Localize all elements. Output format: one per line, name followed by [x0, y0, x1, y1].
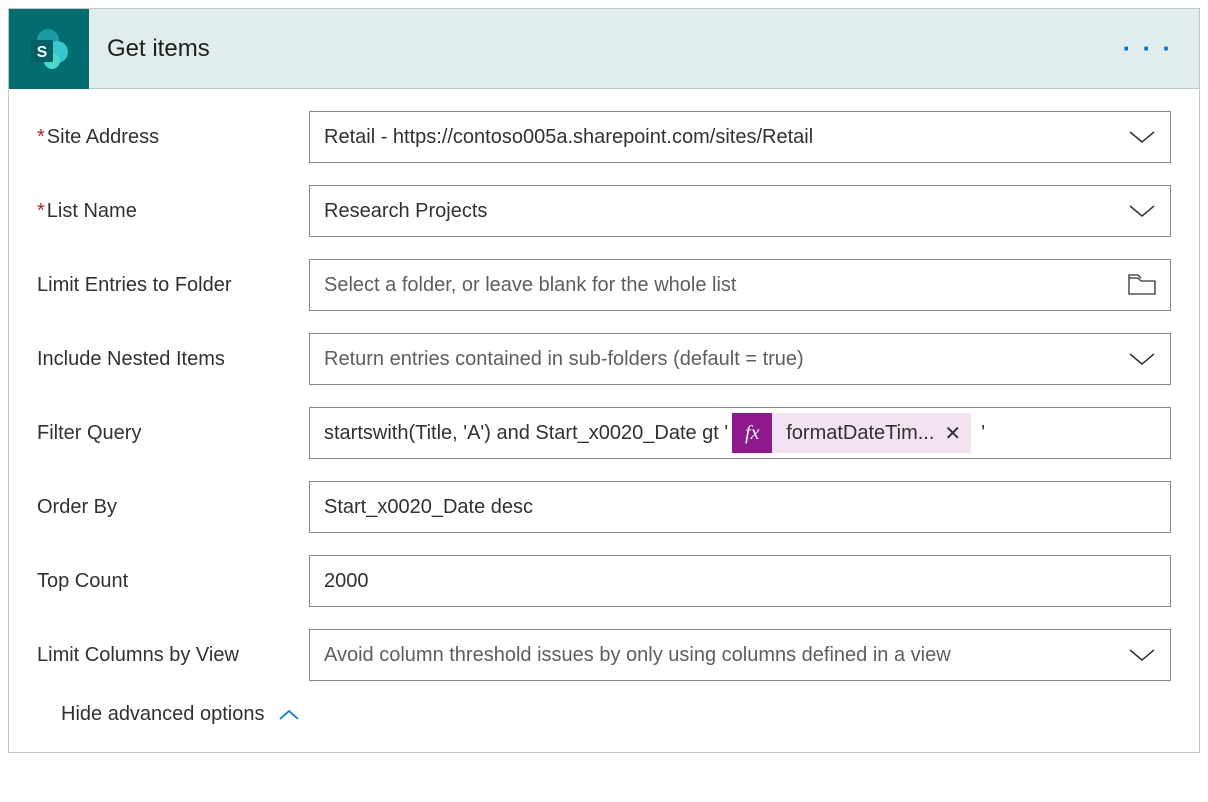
label-limit-columns: Limit Columns by View	[37, 644, 309, 667]
filter-query-input[interactable]: startswith(Title, 'A') and Start_x0020_D…	[309, 407, 1171, 459]
filter-query-text: startswith(Title, 'A') and Start_x0020_D…	[324, 422, 728, 445]
limit-columns-placeholder: Avoid column threshold issues by only us…	[324, 644, 1118, 667]
remove-expression-button[interactable]: ✕	[944, 421, 961, 446]
limit-folder-placeholder: Select a folder, or leave blank for the …	[324, 274, 1118, 297]
limit-columns-dropdown[interactable]: Avoid column threshold issues by only us…	[309, 629, 1171, 681]
chevron-down-icon	[1128, 648, 1156, 662]
list-name-dropdown[interactable]: Research Projects	[309, 185, 1171, 237]
row-top-count: Top Count 2000	[37, 555, 1171, 607]
hide-advanced-options-button[interactable]: Hide advanced options	[61, 703, 1171, 726]
site-address-value: Retail - https://contoso005a.sharepoint.…	[324, 126, 1118, 149]
card-body: *Site Address Retail - https://contoso00…	[9, 89, 1199, 752]
row-site-address: *Site Address Retail - https://contoso00…	[37, 111, 1171, 163]
include-nested-dropdown[interactable]: Return entries contained in sub-folders …	[309, 333, 1171, 385]
row-order-by: Order By Start_x0020_Date desc	[37, 481, 1171, 533]
limit-folder-picker[interactable]: Select a folder, or leave blank for the …	[309, 259, 1171, 311]
sharepoint-icon: S	[9, 9, 89, 89]
label-order-by: Order By	[37, 496, 309, 519]
chevron-up-icon	[278, 709, 300, 721]
row-include-nested: Include Nested Items Return entries cont…	[37, 333, 1171, 385]
svg-text:S: S	[37, 44, 48, 61]
label-top-count: Top Count	[37, 570, 309, 593]
top-count-value: 2000	[324, 570, 1156, 593]
fx-icon: fx	[732, 413, 772, 453]
label-include-nested: Include Nested Items	[37, 348, 309, 371]
folder-icon[interactable]	[1128, 274, 1156, 296]
card-title: Get items	[107, 35, 1123, 63]
include-nested-placeholder: Return entries contained in sub-folders …	[324, 348, 1118, 371]
order-by-input[interactable]: Start_x0020_Date desc	[309, 481, 1171, 533]
chevron-down-icon	[1128, 204, 1156, 218]
row-list-name: *List Name Research Projects	[37, 185, 1171, 237]
expression-label: formatDateTim...	[786, 422, 934, 445]
label-site-address: *Site Address	[37, 126, 309, 149]
list-name-value: Research Projects	[324, 200, 1118, 223]
label-limit-folder: Limit Entries to Folder	[37, 274, 309, 297]
chevron-down-icon	[1128, 130, 1156, 144]
expression-token[interactable]: fx formatDateTim... ✕	[732, 413, 971, 453]
label-filter-query: Filter Query	[37, 422, 309, 445]
action-card: S Get items · · · *Site Address Retail -…	[8, 8, 1200, 753]
site-address-dropdown[interactable]: Retail - https://contoso005a.sharepoint.…	[309, 111, 1171, 163]
label-list-name: *List Name	[37, 200, 309, 223]
filter-query-suffix: '	[981, 422, 985, 445]
more-menu-button[interactable]: · · ·	[1123, 33, 1173, 64]
row-limit-folder: Limit Entries to Folder Select a folder,…	[37, 259, 1171, 311]
advanced-toggle-label: Hide advanced options	[61, 703, 264, 726]
row-filter-query: Filter Query startswith(Title, 'A') and …	[37, 407, 1171, 459]
top-count-input[interactable]: 2000	[309, 555, 1171, 607]
chevron-down-icon	[1128, 352, 1156, 366]
card-header[interactable]: S Get items · · ·	[9, 9, 1199, 89]
order-by-value: Start_x0020_Date desc	[324, 496, 1156, 519]
row-limit-columns: Limit Columns by View Avoid column thres…	[37, 629, 1171, 681]
